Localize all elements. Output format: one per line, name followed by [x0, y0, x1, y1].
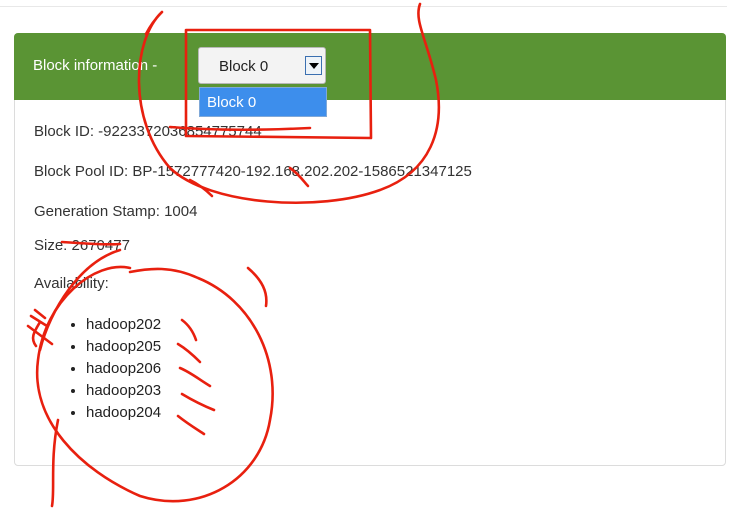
block-information-panel: Block information - Block 0 Block 0 Bloc… [14, 33, 726, 466]
availability-label: Availability: [34, 275, 109, 292]
block-select-value: Block 0 [219, 58, 269, 75]
block-select[interactable]: Block 0 [198, 47, 326, 84]
list-item: hadoop202 [86, 314, 161, 336]
panel-heading-label: Block information - [33, 57, 158, 74]
availability-node-list: hadoop202 hadoop205 hadoop206 hadoop203 … [70, 314, 161, 424]
generation-stamp-text: Generation Stamp: 1004 [34, 203, 198, 220]
size-text: Size: 2670477 [34, 237, 130, 254]
block-id-text: Block ID: -9223372036854775744 [34, 123, 262, 140]
panel-heading: Block information - Block 0 [14, 33, 726, 100]
top-divider [0, 6, 727, 7]
block-select-dropdown[interactable]: Block 0 [199, 87, 327, 117]
list-item: hadoop206 [86, 358, 161, 380]
dropdown-option-block-0[interactable]: Block 0 [207, 94, 256, 111]
chevron-down-icon[interactable] [305, 56, 322, 75]
list-item: hadoop205 [86, 336, 161, 358]
list-item: hadoop203 [86, 380, 161, 402]
block-pool-id-text: Block Pool ID: BP-1572777420-192.168.202… [34, 163, 472, 180]
list-item: hadoop204 [86, 402, 161, 424]
